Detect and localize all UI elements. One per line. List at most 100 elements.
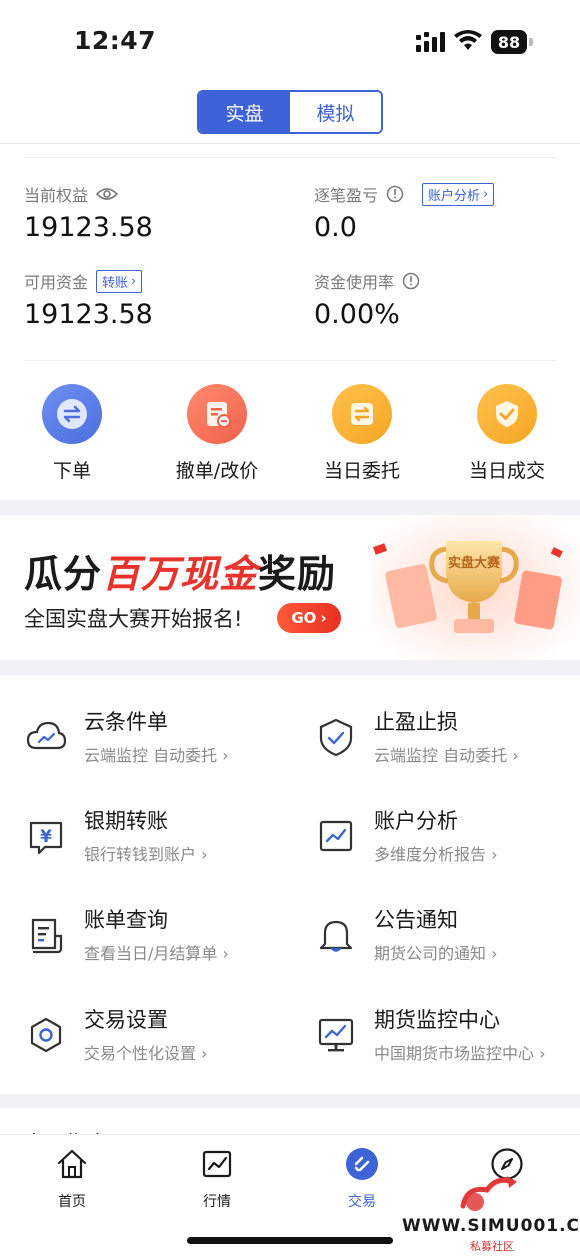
feature-title: 止盈止损 (374, 710, 458, 734)
info-icon[interactable] (386, 185, 404, 203)
feature-trade-settings[interactable]: 交易设置 交易个性化设置 › (25, 1004, 285, 1064)
feature-futures-monitor[interactable]: 期货监控中心 中国期货市场监控中心 › (315, 1004, 575, 1064)
feature-subtitle: 多维度分析报告 › (374, 845, 498, 864)
transfer-link[interactable]: 转账 › (96, 269, 143, 293)
chevron-right-icon: › (491, 845, 498, 864)
section-gap (0, 500, 580, 515)
divider (0, 143, 580, 144)
feature-bill-query[interactable]: 账单查询 查看当日/月结算单 › (25, 904, 285, 964)
account-mode-switch: 实盘 模拟 (197, 90, 383, 134)
feature-cloud-order[interactable]: 云条件单 云端监控 自动委托 › (25, 706, 285, 766)
chart-icon (319, 820, 353, 852)
equity-label-row: 当前权益 (24, 182, 119, 206)
bell-icon (319, 920, 353, 952)
divider (24, 157, 556, 158)
section-gap (0, 660, 580, 675)
watermark-text: WWW.SIMU001.CN (402, 1216, 580, 1236)
feature-title: 银期转账 (84, 809, 168, 833)
action-cancel-order[interactable]: 撤单/改价 (157, 384, 277, 483)
transfer-label: 转账 (102, 275, 129, 291)
battery-icon: 88 (491, 30, 533, 54)
promo-banner[interactable]: 瓜分百万现金奖励 全国实盘大赛开始报名! GO › 实盘大赛 (0, 515, 580, 660)
chevron-right-icon: › (201, 845, 208, 864)
chevron-right-icon: › (131, 273, 137, 289)
chevron-right-icon: › (222, 746, 229, 765)
divider (24, 360, 556, 361)
feature-title: 公告通知 (374, 908, 458, 932)
chevron-right-icon: › (222, 944, 229, 963)
bill-icon (31, 918, 63, 954)
deal-icon (477, 384, 537, 444)
action-today-deal[interactable]: 当日成交 (447, 384, 567, 483)
action-label: 当日委托 (323, 460, 400, 482)
equity-label: 当前权益 (24, 186, 89, 205)
trophy-illustration: 实盘大赛 (372, 515, 580, 660)
action-label: 撤单/改价 (175, 460, 259, 482)
available-label: 可用资金 (24, 273, 89, 292)
nav-label: 行情 (203, 1194, 231, 1210)
monitor-icon (318, 1018, 354, 1052)
feature-title: 云条件单 (84, 710, 168, 734)
nav-market[interactable]: 行情 (172, 1147, 262, 1211)
entrust-icon (332, 384, 392, 444)
feature-account-analysis[interactable]: 账户分析 多维度分析报告 › (315, 805, 575, 865)
tab-simulated[interactable]: 模拟 (290, 92, 381, 132)
equity-value: 19123.58 (24, 212, 153, 243)
feature-take-profit-stop-loss[interactable]: 止盈止损 云端监控 自动委托 › (315, 706, 575, 766)
nav-home[interactable]: 首页 (27, 1147, 117, 1211)
settings-icon (30, 1017, 62, 1053)
action-label: 下单 (52, 460, 91, 482)
trade-icon (346, 1148, 378, 1180)
exchange-icon (42, 384, 102, 444)
yen-icon: ¥ (29, 821, 63, 855)
watermark-logo: WWW.SIMU001.CN 私募社区 (402, 1172, 580, 1253)
chevron-right-icon: › (320, 609, 327, 627)
chevron-right-icon: › (201, 1044, 208, 1063)
usage-label-row: 资金使用率 (314, 269, 420, 293)
available-value: 19123.58 (24, 299, 153, 330)
pnl-value: 0.0 (314, 212, 357, 243)
eye-icon[interactable] (96, 186, 119, 202)
action-label: 当日成交 (468, 460, 545, 482)
chevron-right-icon: › (491, 944, 498, 963)
account-analysis-label: 账户分析 (428, 188, 481, 204)
feature-subtitle: 银行转钱到账户 › (84, 845, 208, 864)
nav-label: 交易 (348, 1194, 376, 1210)
feature-subtitle: 查看当日/月结算单 › (84, 944, 229, 963)
nav-trade[interactable]: 交易 (317, 1147, 407, 1211)
pnl-label-row: 逐笔盈亏 账户分析 › (314, 182, 495, 206)
status-bar: 12:47 88 (0, 0, 580, 80)
available-label-row: 可用资金 转账 › (24, 269, 143, 293)
feature-subtitle: 期货公司的通知 › (374, 944, 498, 963)
usage-value: 0.00% (314, 299, 400, 330)
cloud-icon (26, 721, 67, 750)
feature-announcement[interactable]: 公告通知 期货公司的通知 › (315, 904, 575, 964)
battery-level: 88 (491, 30, 527, 54)
home-indicator[interactable] (187, 1237, 393, 1244)
banner-title: 瓜分百万现金奖励 (24, 552, 337, 596)
chevron-right-icon: › (539, 1044, 546, 1063)
svg-text:¥: ¥ (40, 827, 52, 847)
feature-subtitle: 云端监控 自动委托 › (84, 746, 229, 765)
wifi-icon (454, 30, 482, 50)
feature-subtitle: 交易个性化设置 › (84, 1044, 208, 1063)
watermark-subtext: 私募社区 (470, 1240, 514, 1253)
pnl-label: 逐笔盈亏 (314, 186, 379, 205)
feature-bank-transfer[interactable]: ¥ 银期转账 银行转钱到账户 › (25, 805, 285, 865)
action-today-entrust[interactable]: 当日委托 (302, 384, 422, 483)
feature-title: 交易设置 (84, 1008, 168, 1032)
info-icon[interactable] (402, 272, 420, 290)
cellular-signal-icon (416, 32, 445, 52)
market-icon (202, 1150, 232, 1178)
feature-subtitle: 中国期货市场监控中心 › (374, 1044, 546, 1063)
feature-title: 期货监控中心 (374, 1008, 500, 1032)
shield-check-icon (319, 718, 353, 757)
banner-subtitle: 全国实盘大赛开始报名! (24, 607, 243, 631)
action-place-order[interactable]: 下单 (12, 384, 132, 483)
section-gap (0, 1094, 580, 1108)
feature-subtitle: 云端监控 自动委托 › (374, 746, 519, 765)
banner-go-button[interactable]: GO › (277, 603, 341, 633)
feature-title: 账单查询 (84, 908, 168, 932)
account-analysis-link[interactable]: 账户分析 › (422, 182, 495, 206)
tab-real[interactable]: 实盘 (199, 92, 290, 132)
